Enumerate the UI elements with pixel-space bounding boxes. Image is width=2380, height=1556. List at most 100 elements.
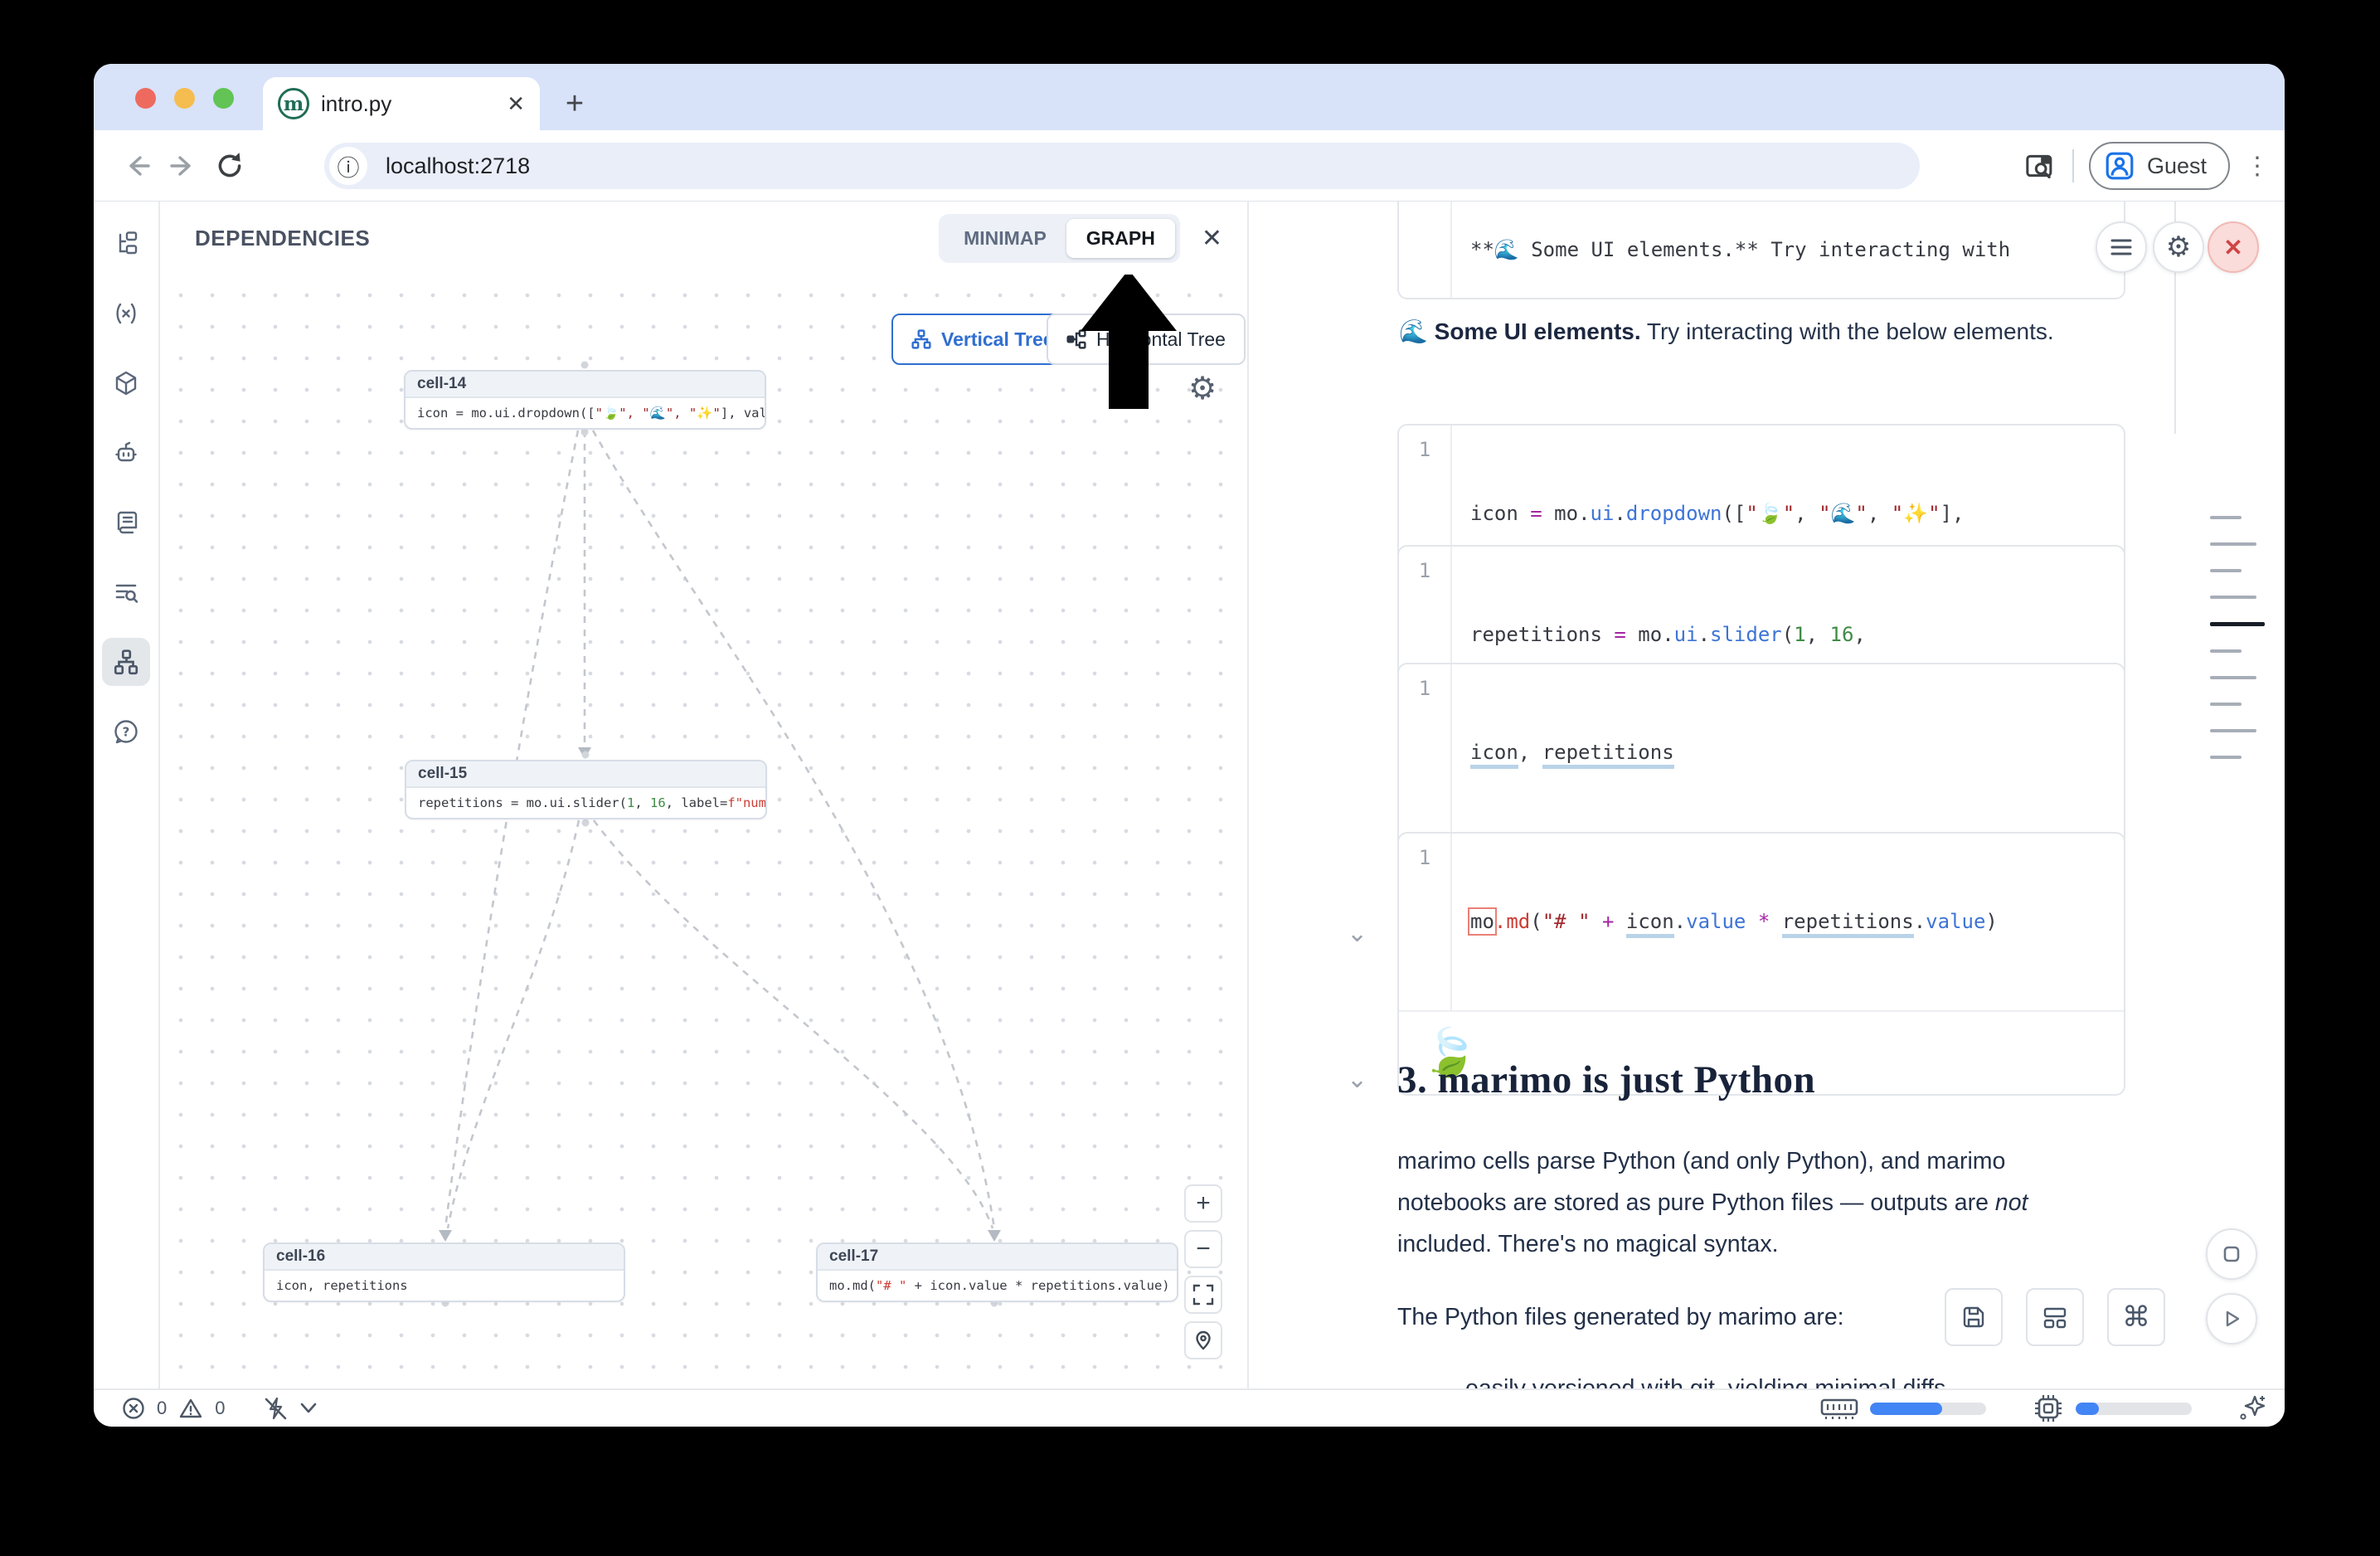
autorun-disabled-icon[interactable] [262, 1396, 289, 1421]
node-title: cell-16 [265, 1244, 624, 1271]
address-bar[interactable]: ⓘ localhost:2718 [324, 143, 1920, 189]
stop-button[interactable] [2206, 1228, 2257, 1280]
zoom-out-button[interactable]: − [1184, 1230, 1222, 1268]
notebook-settings-button[interactable]: ⚙ [2153, 221, 2204, 273]
output-collapse-chevron-icon[interactable]: ⌄ [1347, 921, 1367, 946]
center-view-button[interactable] [1184, 1321, 1222, 1359]
node-code: mo.md("# " + icon.value * repetitions.va… [818, 1271, 1177, 1301]
sidebar-item-ai-assistant[interactable] [102, 429, 150, 477]
sidebar-item-dependency-graph[interactable] [102, 638, 150, 686]
cpu-usage-meter [2076, 1403, 2192, 1415]
shortcuts-button[interactable]: ⌘ [2107, 1288, 2165, 1346]
forward-button[interactable] [160, 143, 206, 189]
command-icon: ⌘ [2122, 1301, 2150, 1334]
tab-close-icon[interactable]: ✕ [507, 91, 525, 117]
minimap-cell-marker[interactable] [2210, 649, 2242, 653]
graph-node-cell-17[interactable]: cell-17 mo.md("# " + icon.value * repeti… [816, 1242, 1178, 1302]
profile-button[interactable]: Guest [2089, 142, 2230, 190]
line-number: 1 [1399, 664, 1452, 841]
sidebar-item-file-tree[interactable] [102, 220, 150, 268]
site-info-icon[interactable]: ⓘ [329, 147, 367, 185]
graph-node-cell-15[interactable]: cell-15 repetitions = mo.ui.slider(1, 16… [405, 760, 767, 819]
cell-code[interactable]: mo.md("# " + icon.value * repetitions.va… [1452, 834, 2016, 1010]
scroll-icon [113, 509, 139, 536]
stop-icon [2222, 1244, 2242, 1264]
reload-button[interactable] [206, 143, 253, 189]
notebook-cell-markdown-source[interactable]: 1 **🌊 Some UI elements.** Try interactin… [1397, 202, 2125, 299]
sidebar-item-help[interactable]: ? [102, 707, 150, 756]
sidebar-item-logs[interactable] [102, 568, 150, 616]
notebook-panel: 1 **🌊 Some UI elements.** Try interactin… [1249, 202, 2285, 1388]
sidebar-item-packages[interactable] [102, 359, 150, 407]
sidebar-item-variables[interactable] [102, 289, 150, 338]
tab-search-icon[interactable] [2023, 148, 2057, 183]
minimap-cell-marker[interactable] [2210, 703, 2242, 706]
hamburger-icon [2110, 237, 2133, 257]
browser-toolbar: ⓘ localhost:2718 Guest ⋮ [94, 130, 2285, 202]
save-icon [1960, 1304, 1987, 1330]
graph-edges [160, 275, 1247, 1388]
tab-minimap[interactable]: MINIMAP [944, 219, 1066, 258]
maximize-window-button[interactable] [213, 88, 234, 109]
layout-icon [2042, 1304, 2068, 1330]
minimap-cell-marker[interactable] [2210, 596, 2256, 599]
browser-menu-icon[interactable]: ⋮ [2245, 152, 2270, 181]
dependencies-panel: DEPENDENCIES MINIMAP GRAPH ✕ [160, 202, 1249, 1388]
dependency-graph-icon [112, 648, 140, 676]
robot-icon [113, 440, 139, 466]
run-button[interactable] [2206, 1293, 2257, 1344]
guest-label: Guest [2147, 153, 2207, 179]
minimap-cell-marker[interactable] [2210, 676, 2256, 679]
browser-tab[interactable]: m intro.py ✕ [263, 77, 540, 130]
ai-sparkle-icon[interactable] [2235, 1392, 2268, 1425]
minimize-window-button[interactable] [174, 88, 195, 109]
panel-close-icon[interactable]: ✕ [1202, 224, 1222, 253]
ram-icon [1820, 1395, 1858, 1422]
panel-title: DEPENDENCIES [195, 226, 939, 251]
annotation-arrow-pointer [1079, 275, 1178, 411]
notebook-menu-button[interactable] [2096, 221, 2147, 273]
location-icon [1192, 1330, 1214, 1351]
zoom-in-button[interactable]: + [1184, 1184, 1222, 1223]
play-icon [2221, 1308, 2242, 1330]
left-icon-rail: ? [94, 202, 160, 1388]
fit-view-button[interactable] [1184, 1276, 1222, 1314]
tab-title: intro.py [321, 91, 495, 117]
graph-settings-icon[interactable]: ⚙ [1188, 372, 1217, 404]
minimap-cell-marker[interactable] [2210, 729, 2256, 732]
layout-toggle-button[interactable] [2026, 1288, 2084, 1346]
error-count: 0 [157, 1398, 167, 1419]
graph-node-cell-14[interactable]: cell-14 icon = mo.ui.dropdown(["🍃", "🌊",… [404, 370, 766, 430]
node-title: cell-15 [406, 761, 765, 788]
section-paragraph: marimo cells parse Python (and only Pyth… [1397, 1140, 2086, 1265]
shutdown-button[interactable]: ✕ [2208, 221, 2259, 273]
close-icon: ✕ [2223, 234, 2242, 261]
variables-icon [113, 300, 139, 327]
minimap-cell-marker[interactable] [2210, 756, 2242, 759]
window-controls[interactable] [135, 88, 234, 109]
back-button[interactable] [114, 143, 160, 189]
node-title: cell-14 [406, 372, 765, 398]
warnings-icon[interactable] [178, 1397, 203, 1420]
minimap-cell-marker[interactable] [2210, 516, 2242, 519]
cell-code[interactable]: icon, repetitions [1452, 664, 1693, 841]
tab-graph[interactable]: GRAPH [1066, 219, 1175, 258]
errors-icon[interactable] [122, 1397, 145, 1420]
cell-minimap[interactable] [2210, 516, 2265, 759]
sidebar-item-scratchpad[interactable] [102, 498, 150, 547]
graph-node-cell-16[interactable]: cell-16 icon, repetitions [263, 1242, 625, 1302]
cell-code[interactable]: **🌊 Some UI elements.** Try interacting … [1452, 202, 2028, 299]
minimap-cell-marker[interactable] [2210, 569, 2242, 572]
url-text[interactable]: localhost:2718 [386, 153, 530, 179]
minimap-cell-marker-active[interactable] [2210, 622, 2265, 626]
save-button[interactable] [1945, 1288, 2003, 1346]
notebook-cell-md-expression[interactable]: 1 mo.md("# " + icon.value * repetitions.… [1397, 832, 2125, 1096]
minimap-cell-marker[interactable] [2210, 542, 2256, 546]
chevron-down-icon[interactable] [300, 1403, 317, 1414]
section-collapse-chevron-icon[interactable]: ⌄ [1347, 1067, 1367, 1092]
new-tab-button[interactable]: + [555, 84, 595, 124]
close-window-button[interactable] [135, 88, 156, 109]
markdown-output: 🌊 Some UI elements. Try interacting with… [1399, 318, 2054, 345]
dependency-graph-canvas[interactable]: Vertical Tree Horizontal Tree ⚙ cell-14 … [160, 275, 1247, 1388]
help-icon: ? [113, 718, 139, 745]
